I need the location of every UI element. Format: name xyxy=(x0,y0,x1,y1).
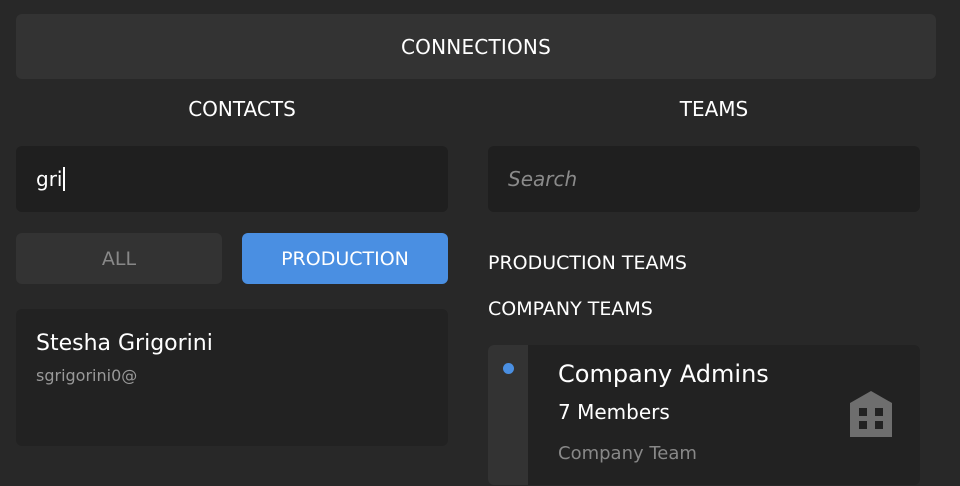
status-dot-icon xyxy=(503,363,514,374)
filter-production-button[interactable]: PRODUCTION xyxy=(242,233,448,284)
team-members: 7 Members xyxy=(558,400,670,424)
teams-title: TEAMS xyxy=(679,97,749,121)
team-name: Company Admins xyxy=(558,360,769,388)
connections-header: CONNECTIONS xyxy=(16,14,936,79)
contact-name: Stesha Grigorini xyxy=(36,331,213,356)
contact-email: sgrigorini0@ xyxy=(36,366,138,385)
filter-all-button[interactable]: ALL xyxy=(16,233,222,284)
search-placeholder: Search xyxy=(508,167,578,191)
team-card-strip xyxy=(488,345,528,485)
production-teams-heading: PRODUCTION TEAMS xyxy=(488,252,687,274)
contacts-search-input[interactable]: gri xyxy=(16,146,448,212)
building-icon xyxy=(850,391,892,437)
team-type: Company Team xyxy=(558,443,697,464)
text-caret xyxy=(63,167,65,191)
search-value: gri xyxy=(36,167,63,191)
company-teams-heading: COMPANY TEAMS xyxy=(488,298,653,320)
teams-search-input[interactable]: Search xyxy=(488,146,920,212)
contacts-title: CONTACTS xyxy=(188,97,296,121)
team-card[interactable]: Company Admins 7 Members Company Team xyxy=(488,345,920,485)
contact-card[interactable]: Stesha Grigorini sgrigorini0@ xyxy=(16,309,448,446)
page-title: CONNECTIONS xyxy=(401,34,551,59)
